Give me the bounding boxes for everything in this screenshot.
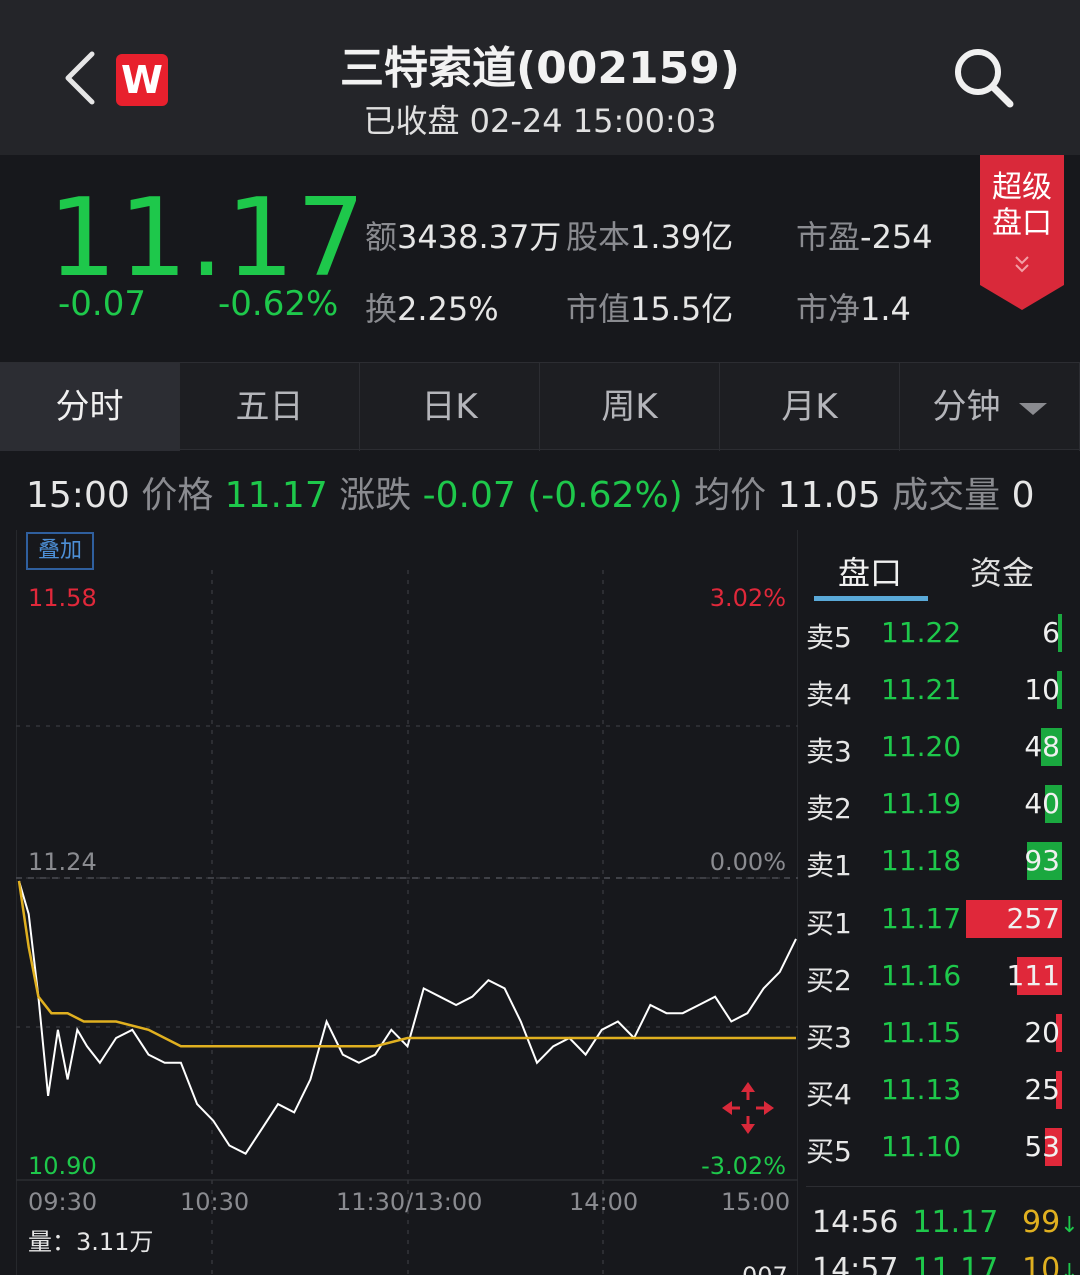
bid-row[interactable]: 买3 11.15 20 <box>806 1012 1066 1056</box>
tab-weekly-k[interactable]: 周K <box>540 363 720 451</box>
price-change: -0.07 <box>58 284 146 324</box>
stat-share-capital: 股本1.39亿 <box>566 218 734 256</box>
tab-intraday[interactable]: 分时 <box>0 363 180 451</box>
pct-axis-mid: 0.00% <box>709 848 786 876</box>
market-status: 已收盘 02-24 15:00:03 <box>363 102 717 140</box>
stat-market-cap: 市值15.5亿 <box>566 290 734 328</box>
page-title: 三特索道(002159) <box>340 43 740 94</box>
bid-row[interactable]: 买1 11.17 257 <box>806 898 1066 942</box>
pct-axis-top: 3.02% <box>709 584 786 612</box>
order-volume: 25 <box>1024 1073 1060 1106</box>
order-volume: 93 <box>1024 844 1060 877</box>
tab-monthly-k[interactable]: 月K <box>720 363 900 451</box>
ask-row[interactable]: 卖1 11.18 93 <box>806 840 1066 884</box>
order-level-label: 卖5 <box>806 621 852 654</box>
tab-orderbook[interactable]: 盘口 <box>838 548 902 594</box>
order-price: 11.17 <box>881 902 962 935</box>
order-price: 11.21 <box>881 673 962 706</box>
stat-amount: 额3438.37万 <box>365 218 562 256</box>
ask-row[interactable]: 卖3 11.20 48 <box>806 726 1066 770</box>
trade-row: 14:56 11.17 99↓ <box>812 1205 1079 1240</box>
order-level-label: 卖3 <box>806 735 852 768</box>
tab-five-day[interactable]: 五日 <box>180 363 360 451</box>
order-volume: 6 <box>1042 616 1060 649</box>
order-level-label: 买2 <box>806 964 852 997</box>
super-button-line1: 超级 <box>992 170 1052 205</box>
order-level-label: 买1 <box>806 907 852 940</box>
x-label-1500: 15:00 <box>721 1188 791 1216</box>
order-level-label: 买4 <box>806 1078 852 1111</box>
super-orderbook-button[interactable]: 超级 盘口 <box>980 155 1064 310</box>
y-axis-top: 11.58 <box>28 584 97 612</box>
x-label-1030: 10:30 <box>180 1188 250 1216</box>
order-level-label: 买5 <box>806 1135 852 1168</box>
order-price: 11.13 <box>881 1073 962 1106</box>
tab-minute[interactable]: 分钟 <box>900 363 1080 451</box>
order-level-label: 卖4 <box>806 678 852 711</box>
bid-row[interactable]: 买5 11.10 53 <box>806 1126 1066 1170</box>
order-volume: 53 <box>1024 1130 1060 1163</box>
order-volume: 111 <box>1006 959 1060 992</box>
super-button-line2: 盘口 <box>992 206 1052 241</box>
order-level-label: 卖2 <box>806 792 852 825</box>
search-icon[interactable] <box>950 44 1016 110</box>
y-axis-bottom: 10.90 <box>28 1152 97 1180</box>
order-volume: 48 <box>1024 730 1060 763</box>
ask-row[interactable]: 卖5 11.22 6 <box>806 612 1066 656</box>
order-level-label: 买3 <box>806 1021 852 1054</box>
ask-row[interactable]: 卖4 11.21 10 <box>806 669 1066 713</box>
volume-axis-text: 007 <box>742 1262 788 1275</box>
tab-capital[interactable]: 资金 <box>970 548 1034 594</box>
order-price: 11.20 <box>881 730 962 763</box>
chevron-down-icon <box>1018 402 1047 415</box>
trade-row: 14:57 11.17 10↓ <box>812 1252 1079 1275</box>
active-tab-indicator <box>814 596 928 601</box>
x-label-1130: 11:30/13:00 <box>336 1188 483 1216</box>
crosshair-info: 15:00 价格 11.17 涨跌 -0.07 (-0.62%) 均价 11.0… <box>26 475 1035 516</box>
order-price: 11.15 <box>881 1016 962 1049</box>
order-price: 11.16 <box>881 959 962 992</box>
current-price: 11.17 <box>48 176 368 301</box>
order-price: 11.10 <box>881 1130 962 1163</box>
bid-row[interactable]: 买2 11.16 111 <box>806 955 1066 999</box>
order-price: 11.22 <box>881 616 962 649</box>
volume-label: 量：3.11万 <box>28 1228 154 1256</box>
intraday-chart[interactable] <box>16 530 798 1275</box>
overlay-button[interactable]: 叠加 <box>26 532 94 570</box>
pct-axis-bottom: -3.02% <box>701 1152 786 1180</box>
stat-turnover: 换2.25% <box>365 290 499 328</box>
order-price: 11.18 <box>881 844 962 877</box>
divider <box>806 1186 1080 1187</box>
price-change-pct: -0.62% <box>218 284 339 324</box>
period-tabs: 分时 五日 日K 周K 月K 分钟 <box>0 362 1080 451</box>
stat-pb: 市净1.4 <box>796 290 911 328</box>
stat-pe: 市盈-254 <box>796 218 933 256</box>
order-volume: 257 <box>1006 902 1060 935</box>
x-label-1400: 14:00 <box>569 1188 639 1216</box>
order-volume: 10 <box>1024 673 1060 706</box>
order-volume: 40 <box>1024 787 1060 820</box>
order-price: 11.19 <box>881 787 962 820</box>
order-level-label: 卖1 <box>806 849 852 882</box>
tab-daily-k[interactable]: 日K <box>360 363 540 451</box>
y-axis-mid: 11.24 <box>28 848 97 876</box>
x-label-0930: 09:30 <box>28 1188 98 1216</box>
ask-row[interactable]: 卖2 11.19 40 <box>806 783 1066 827</box>
order-volume: 20 <box>1024 1016 1060 1049</box>
bid-row[interactable]: 买4 11.13 25 <box>806 1069 1066 1113</box>
